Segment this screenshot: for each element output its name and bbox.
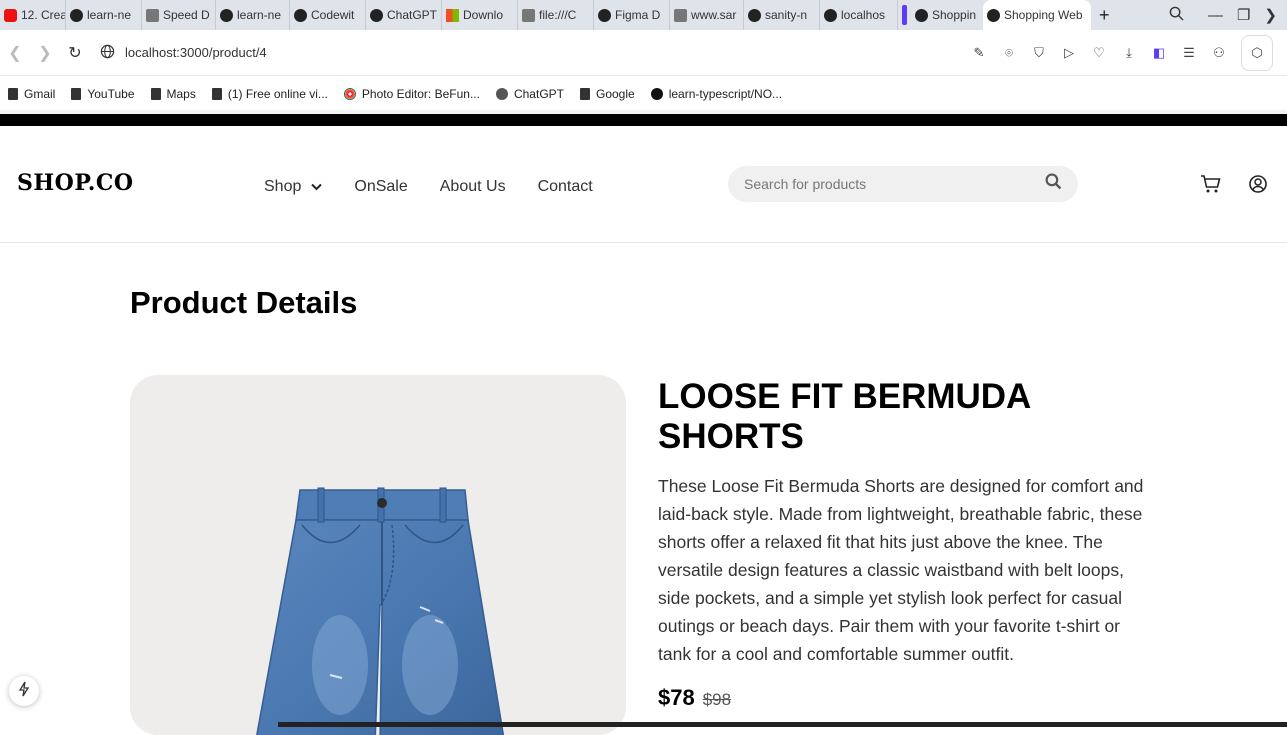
reload-icon[interactable]: ↻ [60, 43, 90, 63]
user-account-icon[interactable] [1248, 174, 1268, 199]
github-icon [220, 8, 233, 22]
heart-icon[interactable]: ♡ [1091, 45, 1107, 61]
page-title: Product Details [130, 285, 358, 320]
main-nav: Shop OnSale About Us Contact [264, 178, 625, 196]
url-text: localhost:3000/product/4 [125, 45, 267, 60]
browser-tab[interactable]: Shoppin [911, 0, 983, 30]
product-name: LOOSE FIT BERMUDA SHORTS [658, 377, 1031, 456]
bookmark-maps[interactable]: Maps [150, 87, 196, 101]
browser-tab[interactable]: Speed D [142, 0, 216, 30]
product-description: These Loose Fit Bermuda Shorts are desig… [658, 476, 1144, 664]
bookmark-icon [211, 87, 222, 100]
browser-tab[interactable]: 12. Crea [0, 0, 66, 30]
vercel-icon [915, 8, 928, 22]
chatgpt-icon [495, 87, 508, 100]
browser-tab[interactable]: learn-ne [216, 0, 290, 30]
vercel-icon [987, 8, 1000, 22]
browser-tab[interactable]: ChatGPT [366, 0, 442, 30]
edit-icon[interactable]: ✎ [971, 45, 987, 61]
bookmark-learn-typescript[interactable]: learn-typescript/NO... [650, 87, 782, 101]
browser-tab-active[interactable]: Shopping Web [983, 0, 1091, 30]
browser-tab[interactable]: localhos [820, 0, 898, 30]
search-icon[interactable] [1045, 173, 1062, 195]
original-price: $98 [702, 690, 732, 709]
nav-shop[interactable]: Shop [264, 178, 323, 196]
browser-tab[interactable]: Codewit [290, 0, 366, 30]
file-icon [674, 8, 687, 22]
tab-group-marker [902, 5, 907, 25]
forward-icon[interactable]: ❯ [30, 43, 60, 63]
shield-icon[interactable]: ⛉ [1031, 45, 1047, 61]
nav-shop-label: Shop [264, 178, 302, 195]
vercel-icon [824, 8, 837, 22]
search-tabs-icon[interactable] [1169, 6, 1184, 25]
grid-icon [146, 8, 159, 22]
browser-tab[interactable]: file:///C [518, 0, 594, 30]
bookmark-icon [71, 87, 82, 100]
browser-tab[interactable]: Figma D [594, 0, 670, 30]
bookmarks-bar: Gmail YouTube Maps (1) Free online vi...… [0, 77, 1287, 110]
extension-box-icon[interactable]: ⬡ [1241, 34, 1273, 71]
browser-tab[interactable]: www.sar [670, 0, 744, 30]
bookmark-video[interactable]: (1) Free online vi... [211, 87, 328, 101]
youtube-icon [4, 8, 17, 22]
befunky-icon [343, 87, 356, 100]
current-price: $78 [658, 685, 695, 710]
site-header: SHOP.CO Shop OnSale About Us Contact [0, 126, 1287, 243]
new-tab-icon[interactable]: + [1099, 5, 1110, 26]
bookmark-gmail[interactable]: Gmail [8, 87, 55, 101]
github-icon [650, 87, 663, 100]
browser-tab[interactable]: sanity-n [744, 0, 820, 30]
address-bar: ❮ ❯ ↻ localhost:3000/product/4 ✎ ⌾ ⛉ ▷ ♡… [0, 30, 1287, 76]
url-field[interactable]: localhost:3000/product/4 [100, 44, 267, 62]
bookmark-google[interactable]: Google [579, 87, 635, 101]
chatgpt-icon [370, 8, 383, 22]
search-input[interactable] [744, 176, 1045, 192]
more-tabs-icon[interactable]: ❯ [1264, 6, 1277, 24]
github-icon [70, 8, 83, 22]
bookmark-chatgpt[interactable]: ChatGPT [495, 87, 564, 101]
globe-icon [100, 44, 115, 62]
download-icon[interactable]: ⤓ [1121, 45, 1137, 61]
dev-tools-button[interactable] [9, 676, 39, 706]
bookmark-icon [579, 87, 590, 100]
chevron-down-icon [311, 178, 323, 196]
browser-tab[interactable]: Downlo [442, 0, 518, 30]
shorts-illustration [256, 487, 505, 735]
bookmark-photo-editor[interactable]: Photo Editor: BeFun... [343, 87, 480, 101]
bookmark-icon [150, 87, 161, 100]
github-icon [748, 8, 761, 22]
bookmark-youtube[interactable]: YouTube [71, 87, 135, 101]
browser-tab[interactable]: learn-ne [66, 0, 142, 30]
announcement-bar [0, 114, 1287, 126]
vercel-icon [598, 8, 611, 22]
lightning-icon [18, 681, 30, 702]
camera-icon[interactable]: ⌾ [1001, 45, 1017, 61]
github-icon [294, 8, 307, 22]
extension-toggle-icon[interactable]: ◧ [1151, 45, 1167, 61]
play-icon[interactable]: ▷ [1061, 45, 1077, 61]
price-row: $78 $98 [658, 685, 731, 711]
cart-icon[interactable] [1200, 174, 1222, 199]
microsoft-icon [446, 8, 459, 22]
minimize-icon[interactable]: — [1208, 7, 1223, 24]
file-icon [522, 8, 535, 22]
site-logo[interactable]: SHOP.CO [17, 170, 134, 196]
search-bar [728, 166, 1078, 202]
nav-about[interactable]: About Us [440, 178, 506, 196]
browser-tab-bar: 12. Crea learn-ne Speed D learn-ne Codew… [0, 0, 1287, 30]
bookmark-icon [8, 87, 18, 100]
taskbar-strip [278, 722, 1287, 727]
restore-icon[interactable]: ❐ [1237, 6, 1250, 24]
product-image[interactable] [130, 375, 626, 735]
nav-onsale[interactable]: OnSale [354, 178, 407, 196]
profile-icon[interactable]: ⚇ [1211, 45, 1227, 61]
back-icon[interactable]: ❮ [0, 43, 30, 63]
settings-lines-icon[interactable]: ☰ [1181, 45, 1197, 61]
nav-contact[interactable]: Contact [538, 178, 593, 196]
